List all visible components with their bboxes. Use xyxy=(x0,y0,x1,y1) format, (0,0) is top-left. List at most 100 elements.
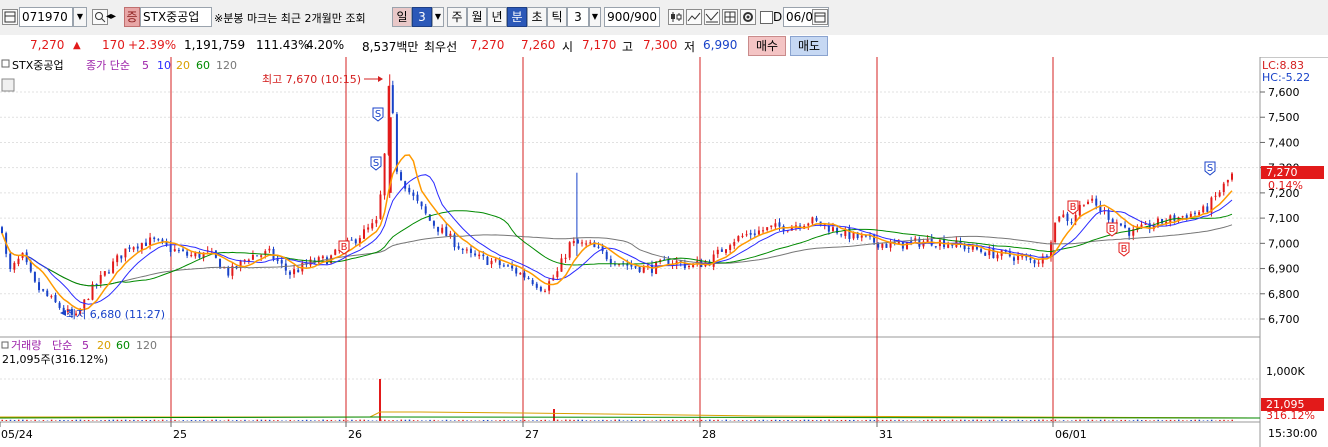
volume-bar xyxy=(359,419,361,421)
period-second-button[interactable]: 초 xyxy=(527,7,547,27)
code-dropdown-arrow-icon[interactable]: ▼ xyxy=(73,7,87,27)
candle-body xyxy=(144,242,147,246)
volume-bar xyxy=(741,420,744,421)
price-tick-label: 7,000 xyxy=(1268,237,1300,250)
calendar-icon[interactable] xyxy=(812,9,828,25)
candle-body xyxy=(515,268,518,274)
stock-name-field[interactable]: STX중공업 xyxy=(140,7,212,27)
volume-bar xyxy=(980,419,983,421)
period-month-button[interactable]: 월 xyxy=(467,7,487,27)
candle-body xyxy=(478,254,481,257)
sell-button[interactable]: 매도 xyxy=(790,36,828,56)
volume-bar xyxy=(219,420,222,421)
volume-bar xyxy=(635,420,637,421)
volume-bar xyxy=(569,419,571,421)
candle-body xyxy=(1066,213,1069,222)
volume-bar xyxy=(783,420,785,421)
period-tick-button[interactable]: 틱 xyxy=(547,7,567,27)
volume-bar xyxy=(692,419,695,421)
volume-bar xyxy=(717,419,719,421)
stock-code-input[interactable]: 071970 xyxy=(19,7,73,27)
candle-body xyxy=(363,229,366,239)
candle-body xyxy=(749,233,752,235)
volume-bar xyxy=(1190,419,1192,421)
candle-body xyxy=(815,217,818,221)
candle-body xyxy=(741,235,744,237)
stock-chart[interactable]: SSBBBBS STX중공업 종가 단순 5 10 20 60 120 LC:8… xyxy=(0,57,1328,447)
candle-body xyxy=(420,201,423,207)
volume-bar xyxy=(412,420,415,421)
candle-body xyxy=(284,263,287,271)
candle-body xyxy=(482,254,485,257)
price-change: 170 xyxy=(102,38,125,52)
period-week-button[interactable]: 주 xyxy=(447,7,467,27)
price-tick-label: 7,400 xyxy=(1268,136,1300,149)
day-count-dropdown-icon[interactable]: ▼ xyxy=(432,7,444,27)
candle-body xyxy=(408,187,411,193)
candle-body xyxy=(494,259,497,261)
ma-period-10: 10 xyxy=(157,59,171,72)
volume-bar xyxy=(305,419,308,421)
stock-list-arrows-icon[interactable]: ◂▸ xyxy=(106,11,116,22)
candle-body xyxy=(1193,212,1196,214)
buy-button[interactable]: 매수 xyxy=(748,36,786,56)
volume-bar xyxy=(392,420,394,421)
candle-body xyxy=(729,245,732,250)
volume-bar xyxy=(1219,419,1221,421)
volume-bar xyxy=(50,419,53,421)
high-label: 고 xyxy=(622,40,634,54)
candle-body xyxy=(556,271,559,278)
grid-toggle-icon[interactable] xyxy=(722,9,738,25)
gear-icon[interactable] xyxy=(740,9,756,25)
volume-bar xyxy=(83,420,86,421)
candle-body xyxy=(153,237,156,239)
price-change-pct: +2.39% xyxy=(128,38,177,52)
volume-ma-60: 60 xyxy=(116,339,130,352)
compare-chart-icon[interactable] xyxy=(704,9,720,25)
volume-bar xyxy=(696,420,699,421)
candle-body xyxy=(469,248,472,253)
date-checkbox[interactable] xyxy=(760,11,773,24)
volume-bar xyxy=(840,419,843,421)
volume-bar xyxy=(1231,419,1233,421)
volume-bar xyxy=(881,419,884,421)
interval-input[interactable]: 3 xyxy=(567,7,589,27)
candle-type-icon[interactable] xyxy=(668,9,684,25)
volume-bar xyxy=(273,420,275,421)
volume-panel-collapse-icon[interactable] xyxy=(1,341,9,349)
interval-dropdown-icon[interactable]: ▼ xyxy=(589,7,601,27)
volume-bar xyxy=(466,420,468,421)
volume-bar xyxy=(902,420,904,421)
chart-layout-icon[interactable] xyxy=(2,9,18,25)
hc-label: HC:-5.22 xyxy=(1262,71,1310,84)
period-day-count[interactable]: 3 xyxy=(412,7,432,27)
period-day-button[interactable]: 일 xyxy=(392,7,412,27)
period-year-button[interactable]: 년 xyxy=(487,7,507,27)
price-panel[interactable] xyxy=(0,57,1260,337)
volume-bar xyxy=(289,419,291,421)
candle-body xyxy=(42,289,45,291)
data-count-input[interactable]: 900/900 xyxy=(604,7,660,27)
volume-bar xyxy=(141,420,143,421)
line-chart-icon[interactable] xyxy=(686,9,702,25)
data-table-icon[interactable] xyxy=(1,78,15,92)
volume-spike-bar xyxy=(553,409,555,421)
buy-marker-label: B xyxy=(341,242,348,253)
volume-bar xyxy=(277,420,279,421)
candle-body xyxy=(539,286,542,291)
candle-body xyxy=(367,227,370,230)
candle-body xyxy=(774,223,777,227)
candle-body xyxy=(1128,227,1131,236)
current-price-tag-text: 7,270 xyxy=(1266,166,1298,179)
candle-body xyxy=(502,265,505,267)
volume-bar xyxy=(182,420,185,421)
period-minute-button[interactable]: 분 xyxy=(507,7,527,27)
volume-bar xyxy=(1112,419,1114,421)
volume-bar xyxy=(499,420,501,421)
candle-body xyxy=(1214,195,1217,197)
volume-bar xyxy=(1079,419,1081,421)
volume-bar xyxy=(5,419,8,421)
candle-body xyxy=(1218,192,1221,197)
volume-bar xyxy=(947,420,950,421)
volume-bar xyxy=(922,420,925,421)
